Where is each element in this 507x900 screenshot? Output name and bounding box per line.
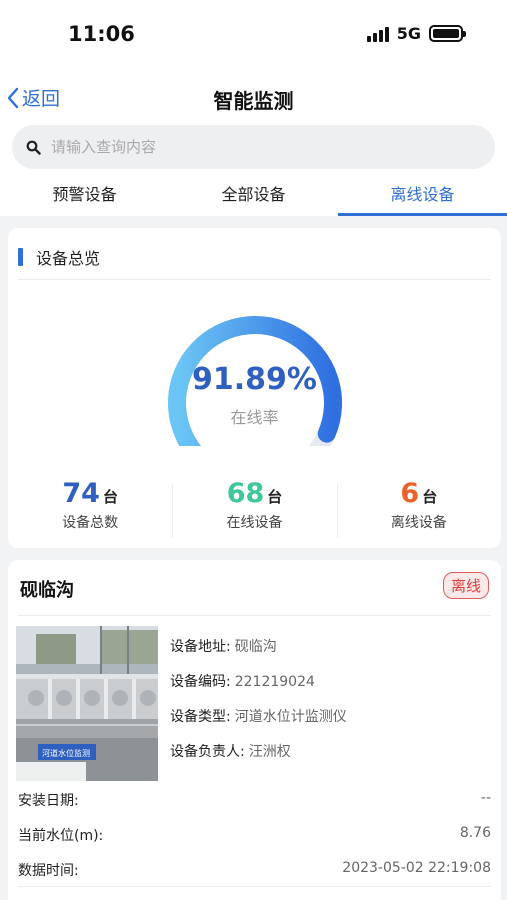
- status-bar: 11:06 5G: [0, 0, 507, 70]
- status-badge: 离线: [442, 572, 489, 599]
- address-label: 设备地址:: [170, 639, 231, 655]
- code-value: 221219024: [234, 674, 315, 690]
- device-photo: 河道水位监测: [16, 626, 158, 781]
- stat-offline-label: 离线设备: [390, 515, 447, 531]
- network-type: 5G: [396, 24, 421, 43]
- code-label: 设备编码:: [170, 674, 231, 690]
- stat-online-label: 在线设备: [226, 515, 283, 531]
- search-icon: [26, 140, 41, 155]
- device-card[interactable]: 砚临沟 离线 河道水位监测 设备地址: 砚临沟 设备编码: 221219024 设备…: [8, 560, 501, 900]
- status-time: 11:06: [68, 22, 135, 46]
- online-rate-value: 91.89%: [192, 362, 317, 397]
- device-tabs: 预警设备 全部设备 离线设备: [0, 172, 507, 216]
- stat-total-value: 74: [62, 478, 100, 509]
- search-input[interactable]: [51, 138, 451, 156]
- overview-card: 设备总览 91.89% 在线率 74 台 设备总数 68 台 在线设备 6台 离线设…: [8, 228, 501, 548]
- stat-offline-value: 6: [400, 478, 420, 509]
- water-level-label: 当前水位(m):: [18, 828, 104, 844]
- tab-all-devices[interactable]: 全部设备: [169, 172, 338, 216]
- device-info: 设备地址: 砚临沟 设备编码: 221219024 设备类型: 河道水位计监测仪 设备…: [170, 636, 347, 776]
- install-date-row: 安装日期: --: [18, 790, 491, 810]
- stat-online[interactable]: 68 台 在线设备: [172, 478, 336, 540]
- tab-offline-devices[interactable]: 离线设备: [338, 172, 507, 216]
- stat-unit: 台: [422, 488, 438, 506]
- search-box[interactable]: [12, 125, 495, 169]
- device-stats: 74 台 设备总数 68 台 在线设备 6台 离线设备: [8, 478, 501, 540]
- search-section: [0, 122, 507, 172]
- info-code: 设备编码: 221219024: [170, 671, 347, 706]
- stat-total[interactable]: 74 台 设备总数: [8, 478, 172, 540]
- info-address: 设备地址: 砚临沟: [170, 636, 347, 671]
- stat-total-label: 设备总数: [62, 515, 119, 531]
- stat-offline[interactable]: 6台 离线设备: [336, 478, 501, 540]
- overview-header: 设备总览: [18, 244, 491, 280]
- device-name: 砚临沟: [20, 580, 74, 601]
- water-level-row: 当前水位(m): 8.76: [18, 825, 491, 845]
- battery-icon: [429, 25, 466, 42]
- water-level-value: 8.76: [459, 825, 491, 841]
- stat-unit: 台: [267, 488, 283, 506]
- stat-unit: 台: [102, 488, 118, 506]
- signal-icon: [366, 26, 389, 42]
- page-title: 智能监测: [213, 89, 294, 113]
- data-time-row: 数据时间: 2023-05-02 22:19:08: [18, 860, 491, 880]
- status-icons: 5G: [366, 24, 466, 43]
- type-value: 河道水位计监测仪: [234, 709, 347, 725]
- divider: [18, 886, 491, 887]
- photo-sign-text: 河道水位监测: [42, 748, 90, 758]
- overview-title: 设备总览: [36, 249, 101, 268]
- address-value: 砚临沟: [234, 639, 277, 655]
- install-date-value: --: [480, 790, 491, 806]
- tab-warning-devices[interactable]: 预警设备: [0, 172, 169, 216]
- online-rate-label: 在线率: [230, 408, 279, 427]
- install-date-label: 安装日期:: [18, 793, 79, 809]
- info-owner: 设备负责人: 汪洲权: [170, 741, 347, 776]
- type-label: 设备类型:: [170, 709, 231, 725]
- data-time-value: 2023-05-02 22:19:08: [342, 860, 491, 876]
- section-marker: [18, 248, 23, 266]
- info-type: 设备类型: 河道水位计监测仪: [170, 706, 347, 741]
- nav-bar: 返回 智能监测: [0, 70, 507, 122]
- divider: [18, 615, 491, 616]
- owner-label: 设备负责人:: [170, 744, 245, 760]
- stat-online-value: 68: [226, 478, 265, 509]
- owner-value: 汪洲权: [248, 744, 291, 760]
- data-time-label: 数据时间:: [18, 863, 79, 879]
